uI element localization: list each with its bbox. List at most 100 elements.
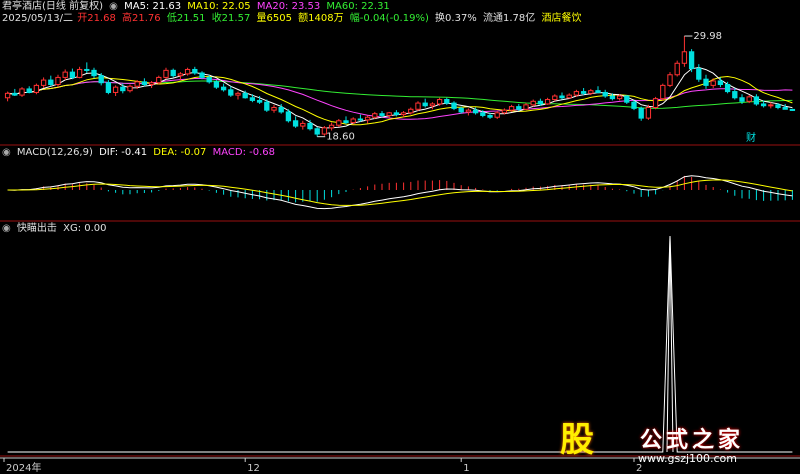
- candle-body: [33, 84, 40, 93]
- candle-body: [55, 76, 61, 86]
- candle-body: [746, 96, 752, 102]
- kline-chart[interactable]: 29.9818.60财2024年12123: [0, 0, 800, 474]
- x-tick-label: 12: [247, 463, 260, 474]
- candle-body: [703, 78, 709, 86]
- candle-body: [300, 122, 306, 127]
- candle-body: [62, 71, 68, 78]
- candle-body: [372, 113, 378, 118]
- candle-body: [84, 68, 90, 71]
- candle-body: [228, 89, 234, 96]
- candle-body: [480, 112, 486, 116]
- candle-body: [314, 128, 320, 135]
- candle-body: [732, 91, 738, 99]
- candle-body: [760, 103, 767, 107]
- candle-body: [544, 99, 551, 105]
- candle-body: [141, 81, 148, 85]
- candle-body: [415, 102, 421, 110]
- candle-body: [458, 107, 464, 113]
- candle-body: [264, 101, 270, 111]
- candle-body: [343, 120, 349, 124]
- candle-body: [616, 95, 623, 100]
- candle-body: [753, 96, 760, 105]
- candle-body: [393, 112, 400, 116]
- candle-body: [588, 90, 594, 94]
- x-tick-label: 1: [463, 463, 469, 474]
- candle-body: [775, 104, 781, 108]
- candle-body: [12, 92, 18, 96]
- candle-body: [48, 79, 54, 85]
- low-annotation: 18.60: [326, 132, 355, 143]
- candle-body: [271, 107, 277, 111]
- candle-body: [127, 85, 133, 92]
- candle-body: [436, 99, 443, 105]
- candle-body: [422, 102, 428, 107]
- candle-body: [624, 95, 630, 103]
- candle-body: [580, 91, 587, 94]
- candle-body: [631, 101, 637, 109]
- candle-body: [667, 74, 673, 86]
- candle-body: [285, 111, 292, 122]
- candle-body: [595, 90, 601, 93]
- candle-body: [206, 76, 212, 83]
- candle-body: [681, 51, 688, 64]
- candle-body: [156, 76, 162, 84]
- candle-body: [768, 104, 774, 107]
- candle-body: [91, 69, 97, 77]
- candle-body: [249, 97, 256, 101]
- candle-body: [408, 108, 414, 114]
- candle-body: [674, 62, 680, 76]
- watermark: 股 公式之家 www.gszj100.com: [556, 418, 792, 468]
- candle-body: [789, 108, 796, 111]
- candle-body: [724, 84, 731, 93]
- macd-dea-line: [7, 179, 793, 206]
- candle-body: [710, 80, 716, 86]
- candle-body: [278, 107, 284, 113]
- candle-body: [120, 86, 126, 92]
- candle-body: [242, 92, 248, 99]
- candle-body: [523, 104, 529, 110]
- candle-body: [336, 120, 342, 126]
- candle-body: [566, 94, 572, 99]
- ma20-line: [7, 78, 793, 120]
- candle-body: [660, 84, 666, 100]
- candle-body: [357, 118, 364, 121]
- candle-body: [379, 113, 385, 116]
- high-annotation: 29.98: [693, 31, 722, 42]
- candle-body: [451, 102, 457, 109]
- candle-body: [645, 107, 652, 119]
- candle-body: [444, 99, 450, 104]
- watermark-logo: 股: [560, 420, 594, 460]
- finance-marker: 财: [746, 131, 756, 144]
- candle-body: [134, 81, 140, 87]
- candle-body: [184, 68, 191, 75]
- candle-body: [494, 112, 500, 118]
- candle-body: [609, 95, 616, 100]
- candle-body: [530, 100, 536, 106]
- candle-body: [163, 69, 169, 78]
- candle-body: [177, 73, 184, 77]
- candle-body: [26, 88, 32, 93]
- candle-body: [98, 75, 104, 84]
- candle-body: [40, 79, 47, 86]
- candle-body: [170, 69, 176, 77]
- candle-body: [573, 91, 580, 96]
- candle-body: [4, 92, 11, 99]
- watermark-site-name: 公式之家: [640, 428, 745, 453]
- candle-body: [782, 107, 788, 110]
- candle-body: [429, 103, 436, 107]
- candle-body: [508, 106, 515, 111]
- candle-body: [717, 80, 724, 86]
- candle-body: [400, 112, 407, 116]
- candle-body: [199, 72, 205, 78]
- candle-body: [292, 120, 299, 127]
- candle-body: [256, 99, 263, 103]
- candle-body: [688, 51, 695, 70]
- candle-body: [465, 109, 472, 113]
- candle-body: [105, 82, 112, 93]
- candle-body: [213, 81, 220, 88]
- candle-body: [69, 71, 76, 78]
- candle-body: [487, 114, 493, 118]
- candle-body: [112, 86, 119, 93]
- candle-body: [696, 68, 702, 80]
- candle-body: [638, 107, 644, 119]
